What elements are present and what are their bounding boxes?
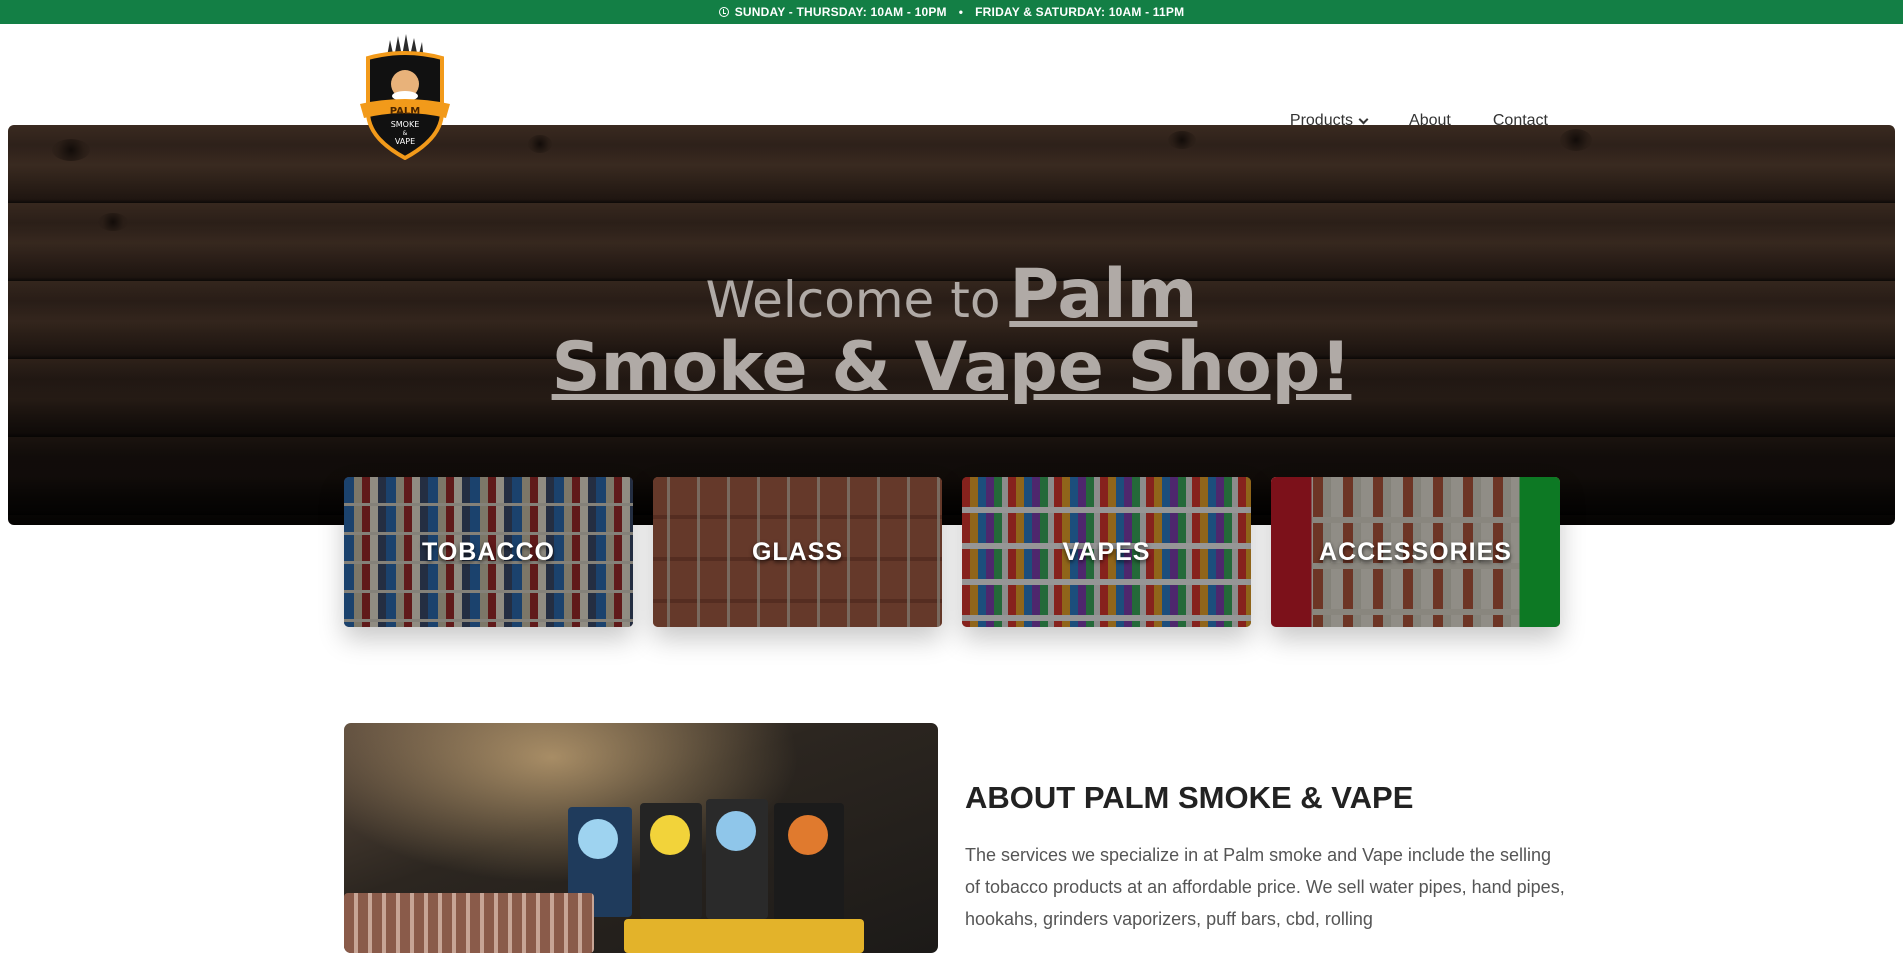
category-card-vapes[interactable]: VAPES (962, 477, 1251, 627)
category-label: VAPES (1062, 537, 1151, 566)
hero-palm[interactable]: Palm (1009, 255, 1197, 334)
hours-separator: • (958, 5, 964, 19)
wood-knot (1168, 131, 1196, 149)
hero-welcome: Welcome to (705, 271, 1001, 329)
wood-knot (1560, 129, 1592, 151)
wood-knot (98, 213, 128, 231)
hours-weekend: FRIDAY & SATURDAY: 10AM - 11PM (975, 5, 1185, 19)
site-logo[interactable]: PALM SMOKE & VAPE (356, 34, 454, 160)
about-heading-bold: ABOUT (965, 780, 1076, 815)
category-card-glass[interactable]: GLASS (653, 477, 942, 627)
category-cards: TOBACCO GLASS VAPES ACCESSORIES (344, 477, 1560, 627)
hours-bar: SUNDAY - THURSDAY: 10AM - 10PM • FRIDAY … (0, 0, 1903, 24)
hero-shop-name[interactable]: Smoke & Vape Shop! (8, 328, 1895, 407)
logo-line3: VAPE (395, 137, 415, 146)
category-card-accessories[interactable]: ACCESSORIES (1271, 477, 1560, 627)
logo-line2: & (403, 130, 408, 137)
about-photo (344, 723, 938, 953)
clock-icon (718, 7, 729, 17)
hero-title: Welcome to Palm Smoke & Vape Shop! (8, 255, 1895, 407)
category-label: TOBACCO (422, 537, 555, 566)
category-card-tobacco[interactable]: TOBACCO (344, 477, 633, 627)
chevron-down-icon (1358, 114, 1369, 124)
site-header: Products About Contact (0, 24, 1903, 129)
category-label: ACCESSORIES (1319, 537, 1512, 566)
wood-knot (528, 135, 552, 153)
about-heading-rest: PALM SMOKE & VAPE (1075, 780, 1414, 815)
wood-knot (52, 139, 90, 161)
hours-weekday: SUNDAY - THURSDAY: 10AM - 10PM (734, 5, 947, 19)
hero-banner: Welcome to Palm Smoke & Vape Shop! (8, 125, 1895, 525)
about-description: The services we specialize in at Palm sm… (965, 845, 1565, 929)
logo-line1: SMOKE (391, 120, 420, 129)
category-label: GLASS (751, 537, 844, 566)
about-heading: ABOUT PALM SMOKE & VAPE (965, 780, 1413, 816)
logo-top-text: PALM (390, 106, 421, 117)
